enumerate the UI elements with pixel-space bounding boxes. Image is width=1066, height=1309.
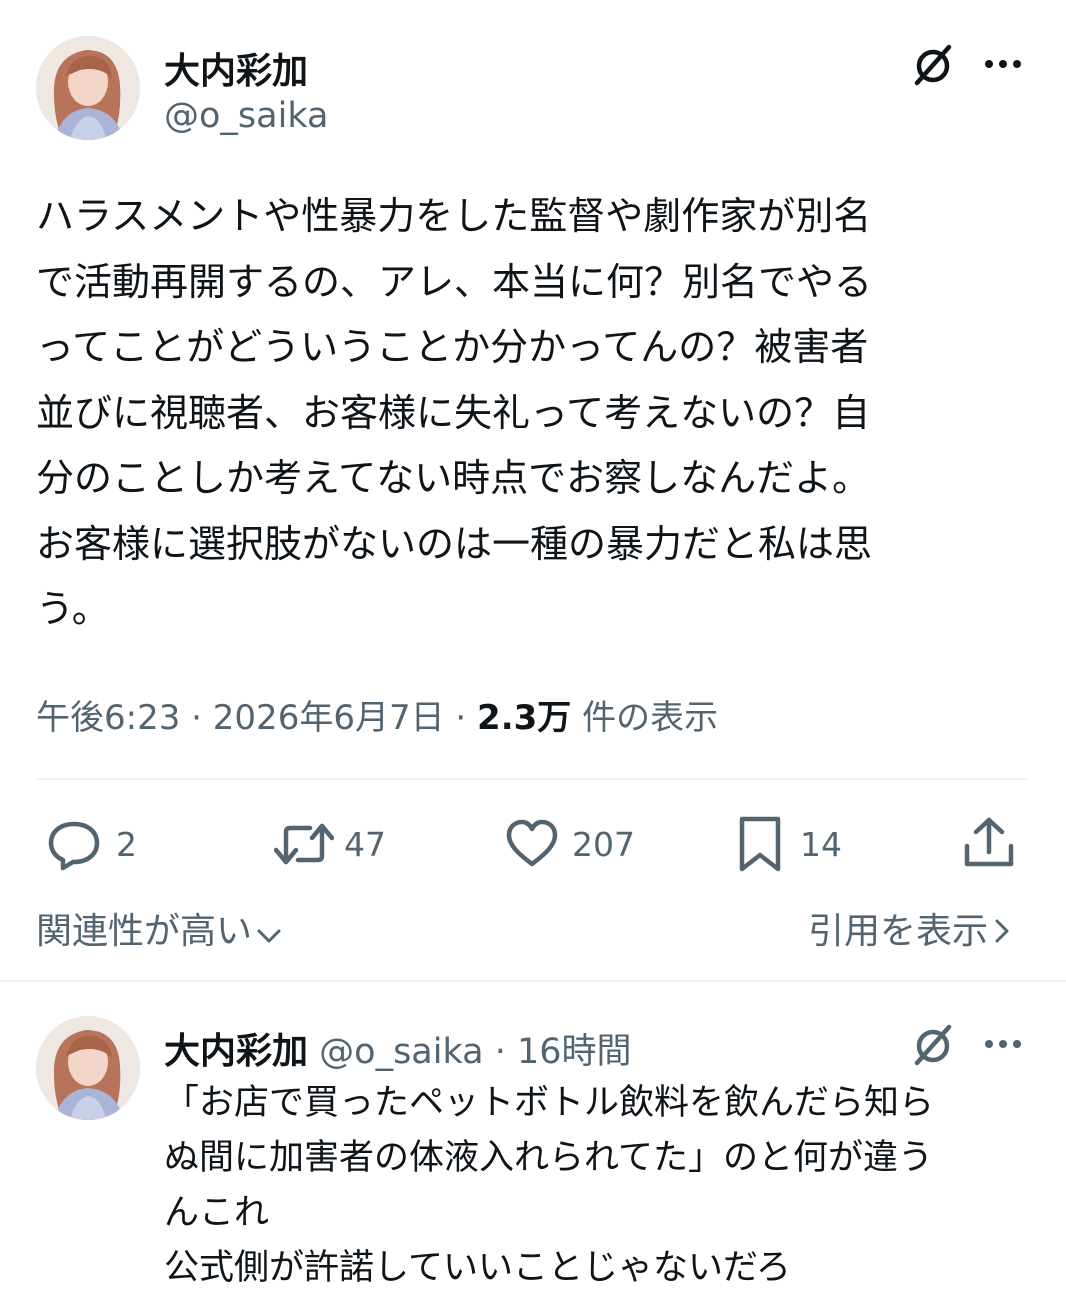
bookmark-count: 14: [800, 824, 842, 864]
heart-icon: [504, 816, 560, 872]
bookmark-button[interactable]: 14: [736, 812, 842, 876]
chevron-down-icon: [256, 913, 282, 954]
chevron-right-icon: [994, 912, 1010, 953]
section-divider: [0, 980, 1066, 982]
meta-separator: ·: [455, 698, 467, 738]
reply-author-handle[interactable]: @o_saika: [319, 1032, 483, 1072]
reply-count: 2: [116, 824, 137, 864]
post-time[interactable]: 午後6:23: [36, 698, 180, 738]
meta-separator: ·: [494, 1032, 506, 1072]
views-count: 2.3万: [477, 698, 572, 738]
like-count: 207: [572, 824, 635, 864]
repost-count: 47: [344, 824, 386, 864]
reply-text: 「お店で買ったペットボトル飲料を飲んだら知ら ぬ間に加害者の体液入れられてた」の…: [164, 1083, 935, 1288]
repost-button[interactable]: 47: [274, 812, 386, 876]
meta-separator: ·: [191, 698, 202, 738]
post-text: ハラスメントや性暴力をした監督や劇作家が別名 で活動再開するの、アレ、本当に何？…: [36, 194, 873, 631]
reply-time[interactable]: 16時間: [517, 1032, 632, 1072]
like-button[interactable]: 207: [504, 812, 635, 876]
more-dots-icon[interactable]: [978, 44, 1028, 84]
slashed-circle-icon[interactable]: [906, 1018, 960, 1072]
view-quotes-link[interactable]: 引用を表示: [808, 902, 1010, 954]
post-meta: 午後6:23 · 2026年6月7日 · 2.3万 件の表示: [36, 690, 718, 739]
more-dots-icon[interactable]: [978, 1024, 1028, 1064]
author-handle[interactable]: @o_saika: [164, 96, 328, 136]
views-label: 件の表示: [582, 698, 719, 738]
share-button[interactable]: [960, 812, 1018, 876]
repost-arrows-icon: [274, 816, 334, 872]
slashed-circle-icon[interactable]: [906, 38, 960, 92]
avatar-photo: [36, 1016, 140, 1120]
reply-author-avatar[interactable]: [36, 1016, 140, 1120]
sort-label: 関連性が高い: [36, 911, 253, 952]
bookmark-icon: [736, 815, 784, 873]
author-avatar[interactable]: [36, 36, 140, 140]
share-upload-icon: [962, 814, 1016, 874]
sort-dropdown[interactable]: 関連性が高い: [36, 902, 282, 954]
post-date[interactable]: 2026年6月7日: [213, 698, 445, 738]
reply-button[interactable]: 2: [46, 812, 137, 876]
reply-author-name[interactable]: 大内彩加: [164, 1031, 308, 1072]
avatar-photo: [36, 36, 140, 140]
divider: [36, 778, 1028, 780]
reply-header: 大内彩加 @o_saika · 16時間: [164, 1022, 632, 1074]
author-name[interactable]: 大内彩加: [164, 42, 308, 94]
speech-bubble-icon: [46, 816, 102, 872]
quotes-label: 引用を表示: [808, 911, 989, 952]
